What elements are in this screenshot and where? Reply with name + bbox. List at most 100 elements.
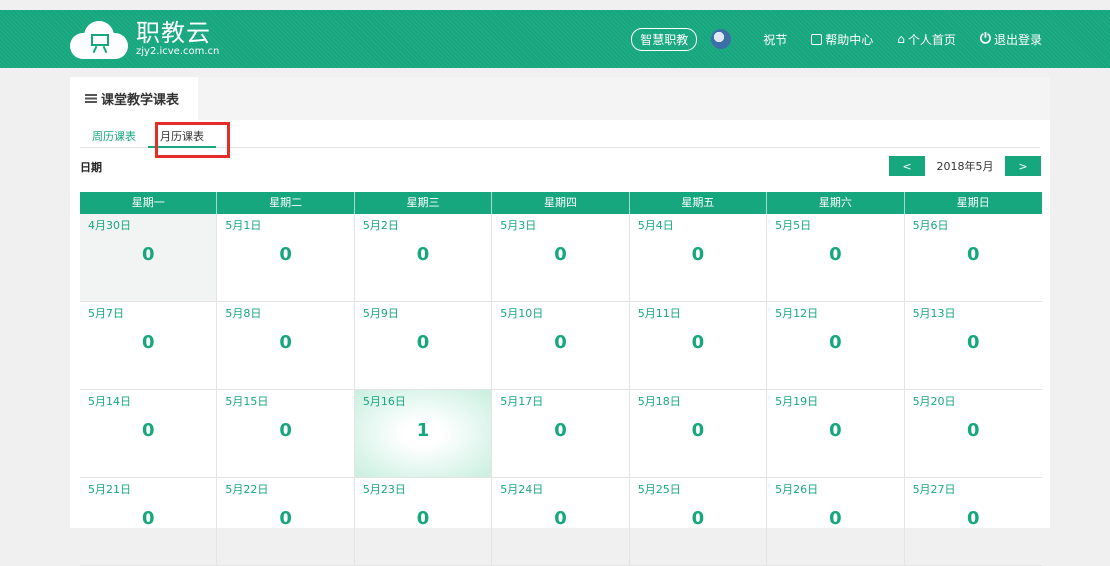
current-month: 2018年5月	[936, 160, 994, 173]
day-class-count[interactable]: 0	[80, 420, 216, 441]
weekday-header: 星期一 星期二 星期三 星期四 星期五 星期六 星期日	[80, 192, 1042, 214]
help-icon	[811, 33, 823, 45]
day-date: 5月20日	[912, 395, 956, 408]
day-class-count[interactable]: 0	[767, 508, 903, 529]
day-class-count[interactable]: 0	[217, 332, 353, 353]
calendar-day-cell[interactable]: 5月18日 0	[629, 390, 768, 478]
day-date: 4月30日	[88, 219, 131, 232]
day-class-count[interactable]: 0	[905, 332, 1042, 353]
day-class-count[interactable]: 0	[767, 420, 903, 441]
day-class-count[interactable]: 0	[80, 244, 216, 265]
weekday-fri: 星期五	[630, 192, 768, 214]
calendar-day-cell[interactable]: 5月9日 0	[354, 302, 493, 390]
day-class-count[interactable]: 0	[905, 420, 1042, 441]
day-class-count[interactable]: 0	[80, 508, 216, 529]
calendar-day-cell[interactable]: 5月7日 0	[80, 302, 218, 390]
next-month-button[interactable]: >	[1005, 156, 1041, 176]
day-date: 5月9日	[362, 307, 399, 320]
day-date: 5月4日	[637, 219, 674, 232]
day-date: 5月7日	[88, 307, 124, 320]
day-date: 5月26日	[775, 483, 819, 496]
calendar-day-cell[interactable]: 5月23日 0	[354, 478, 493, 566]
day-date: 5月5日	[775, 219, 812, 232]
calendar-day-cell[interactable]: 5月12日 0	[767, 302, 905, 390]
day-class-count[interactable]: 0	[492, 332, 628, 353]
calendar-day-cell[interactable]: 5月16日 1	[354, 390, 493, 478]
calendar-day-cell[interactable]: 5月14日 0	[80, 390, 218, 478]
tab-weekly[interactable]: 周历课表	[80, 126, 148, 148]
month-navigator: < 2018年5月 >	[889, 156, 1041, 176]
day-date: 5月12日	[775, 307, 819, 320]
calendar-day-cell[interactable]: 4月30日 0	[80, 214, 218, 302]
day-class-count[interactable]: 0	[355, 244, 491, 265]
calendar-day-cell[interactable]: 5月6日 0	[904, 214, 1042, 302]
calendar-day-cell[interactable]: 5月17日 0	[492, 390, 630, 478]
day-date: 5月15日	[225, 395, 269, 408]
calendar-day-cell[interactable]: 5月26日 0	[767, 478, 905, 566]
logo[interactable]: 职教云 zjy2.icve.com.cn	[70, 16, 219, 62]
power-icon: ⏻	[979, 31, 991, 47]
day-class-count[interactable]: 1	[355, 420, 491, 441]
calendar-day-cell[interactable]: 5月24日 0	[492, 478, 630, 566]
calendar-day-cell[interactable]: 5月20日 0	[904, 390, 1042, 478]
day-class-count[interactable]: 0	[492, 420, 628, 441]
day-class-count[interactable]: 0	[217, 508, 353, 529]
avatar[interactable]	[711, 29, 732, 49]
help-center-label: 帮助中心	[825, 32, 874, 47]
calendar-day-cell[interactable]: 5月3日 0	[492, 214, 630, 302]
day-class-count[interactable]: 0	[767, 332, 903, 353]
calendar-day-cell[interactable]: 5月27日 0	[904, 478, 1042, 566]
calendar-day-cell[interactable]: 5月11日 0	[629, 302, 768, 390]
calendar-day-cell[interactable]: 5月1日 0	[217, 214, 355, 302]
weekday-wed: 星期三	[355, 192, 493, 214]
weekday-tue: 星期二	[217, 192, 355, 214]
day-class-count[interactable]: 0	[492, 508, 628, 529]
day-class-count[interactable]: 0	[355, 508, 491, 529]
top-nav-bar: 职教云 zjy2.icve.com.cn 智慧职教 祝节 帮助中心 ⌂ 个人首页…	[0, 10, 1110, 68]
calendar-day-cell[interactable]: 5月21日 0	[80, 478, 218, 566]
home-icon: ⌂	[897, 32, 905, 46]
calendar-day-cell[interactable]: 5月2日 0	[354, 214, 493, 302]
day-class-count[interactable]: 0	[630, 332, 766, 353]
home-link[interactable]: ⌂ 个人首页	[897, 31, 956, 48]
day-date: 5月3日	[500, 219, 537, 232]
panel-title-tab[interactable]: 课堂教学课表	[70, 77, 198, 120]
day-class-count[interactable]: 0	[217, 244, 353, 265]
list-icon	[85, 94, 97, 103]
calendar-day-cell[interactable]: 5月8日 0	[217, 302, 355, 390]
day-date: 5月27日	[912, 483, 956, 496]
calendar-day-cell[interactable]: 5月10日 0	[492, 302, 630, 390]
day-class-count[interactable]: 0	[80, 332, 216, 353]
cloud-logo-icon	[70, 19, 128, 59]
calendar-day-cell[interactable]: 5月5日 0	[767, 214, 905, 302]
calendar-day-cell[interactable]: 5月22日 0	[217, 478, 355, 566]
username-link[interactable]: 祝节	[763, 31, 787, 48]
weekday-sat: 星期六	[767, 192, 905, 214]
day-class-count[interactable]: 0	[767, 244, 903, 265]
day-class-count[interactable]: 0	[217, 420, 353, 441]
day-class-count[interactable]: 0	[630, 508, 766, 529]
calendar-day-cell[interactable]: 5月4日 0	[629, 214, 768, 302]
day-date: 5月10日	[500, 307, 544, 320]
day-class-count[interactable]: 0	[905, 508, 1042, 529]
day-class-count[interactable]: 0	[905, 244, 1042, 265]
calendar-day-cell[interactable]: 5月13日 0	[904, 302, 1042, 390]
day-date: 5月1日	[225, 219, 262, 232]
day-date: 5月25日	[637, 483, 681, 496]
header-nav: 智慧职教 祝节 帮助中心 ⌂ 个人首页 ⏻ 退出登录	[631, 10, 1042, 68]
logout-label: 退出登录	[993, 32, 1042, 47]
logout-link[interactable]: ⏻ 退出登录	[980, 31, 1042, 48]
calendar-grid: 4月30日 0 5月1日 0 5月2日 0 5月3日 0 5月4日 0 5月5日 0 5月6日 0 5月7日…	[80, 214, 1042, 566]
calendar-day-cell[interactable]: 5月15日 0	[217, 390, 355, 478]
day-date: 5月23日	[362, 483, 406, 496]
help-center-link[interactable]: 帮助中心	[811, 31, 873, 48]
smart-vocational-button[interactable]: 智慧职教	[631, 27, 698, 51]
calendar-day-cell[interactable]: 5月19日 0	[767, 390, 905, 478]
day-class-count[interactable]: 0	[355, 332, 491, 353]
day-class-count[interactable]: 0	[630, 420, 766, 441]
day-class-count[interactable]: 0	[492, 244, 628, 265]
day-class-count[interactable]: 0	[630, 244, 766, 265]
day-date: 5月16日	[362, 395, 406, 408]
calendar-day-cell[interactable]: 5月25日 0	[629, 478, 768, 566]
prev-month-button[interactable]: <	[889, 156, 925, 176]
